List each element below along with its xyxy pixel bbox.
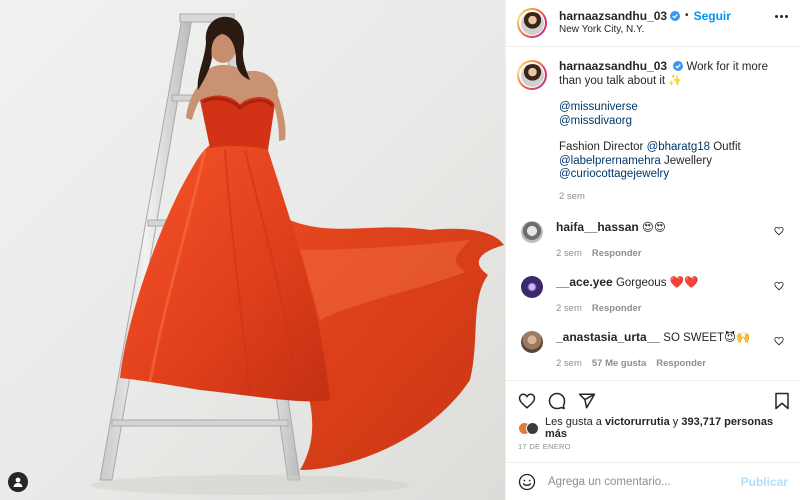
- comment-item: _anastasia_urta__ SO SWEET😈🙌 2 sem 57 Me…: [517, 331, 788, 370]
- caption-author-avatar[interactable]: [517, 60, 547, 90]
- commenter-username[interactable]: __ace.yee: [556, 275, 613, 289]
- more-options-icon[interactable]: [775, 15, 788, 18]
- comment-text: Gorgeous ❤️❤️: [615, 277, 699, 289]
- tagged-user-icon[interactable]: [8, 472, 28, 492]
- verified-badge-icon: [673, 61, 684, 71]
- post-photo[interactable]: [0, 0, 505, 500]
- add-comment-bar: Publicar: [506, 462, 800, 500]
- comments-scroll-area[interactable]: harnaazsandhu_03 Work for it more than y…: [506, 47, 800, 380]
- commenter-avatar[interactable]: [521, 276, 543, 298]
- commenter-avatar[interactable]: [521, 331, 543, 353]
- separator-dot: •: [685, 10, 689, 21]
- like-comment-heart-icon[interactable]: [774, 280, 784, 294]
- reply-button[interactable]: Responder: [592, 247, 642, 260]
- mention-link[interactable]: @bharatg18: [647, 141, 710, 153]
- heart-icon[interactable]: [518, 392, 536, 410]
- bookmark-icon[interactable]: [774, 392, 790, 410]
- author-username[interactable]: harnaazsandhu_03: [559, 9, 667, 23]
- post-image: [90, 13, 504, 495]
- liker-avatar: [526, 421, 539, 435]
- likes-middle: y: [669, 416, 682, 428]
- comment-input[interactable]: [548, 475, 741, 488]
- comment-item: haifa__hassan 😍😍 2 sem Responder: [517, 221, 788, 260]
- comment-text: 😍😍: [641, 222, 666, 234]
- liker-username[interactable]: victorurrutia: [605, 416, 670, 428]
- comment-text: SO SWEET😈🙌: [663, 332, 751, 344]
- credit-text: Jewellery: [660, 154, 712, 167]
- credit-text: Outfit: [710, 141, 741, 153]
- post-date[interactable]: 17 DE ENERO: [506, 436, 800, 462]
- reply-button[interactable]: Responder: [592, 302, 642, 315]
- share-icon[interactable]: [578, 392, 596, 410]
- caption-time[interactable]: 2 sem: [559, 190, 788, 204]
- like-comment-heart-icon[interactable]: [774, 225, 784, 239]
- emoji-icon[interactable]: [518, 473, 536, 491]
- comment-time[interactable]: 2 sem: [556, 302, 582, 315]
- commenter-avatar[interactable]: [521, 221, 543, 243]
- post-header: harnaazsandhu_03 • Seguir New York City,…: [506, 0, 800, 47]
- follow-button[interactable]: Seguir: [694, 9, 731, 23]
- author-avatar[interactable]: [517, 8, 547, 38]
- commenter-username[interactable]: _anastasia_urta__: [556, 330, 660, 344]
- post-caption: harnaazsandhu_03 Work for it more than y…: [517, 59, 788, 204]
- post-panel: harnaazsandhu_03 • Seguir New York City,…: [505, 0, 800, 500]
- publish-button[interactable]: Publicar: [741, 475, 788, 489]
- reply-button[interactable]: Responder: [656, 357, 706, 370]
- verified-badge-icon: [670, 11, 681, 21]
- instagram-post-dialog: harnaazsandhu_03 • Seguir New York City,…: [0, 0, 800, 500]
- mention-link[interactable]: @missuniverse: [559, 101, 638, 113]
- comment-item: __ace.yee Gorgeous ❤️❤️ 2 sem Responder: [517, 276, 788, 315]
- comment-likes-count[interactable]: 57 Me gusta: [592, 357, 646, 370]
- comment-time[interactable]: 2 sem: [556, 247, 582, 260]
- mention-link[interactable]: @labelprernamehra: [559, 155, 661, 167]
- comment-time[interactable]: 2 sem: [556, 357, 582, 370]
- mention-link[interactable]: @missdivaorg: [559, 115, 632, 127]
- post-location[interactable]: New York City, N.Y.: [559, 23, 731, 37]
- caption-username[interactable]: harnaazsandhu_03: [559, 59, 667, 73]
- post-actions-bar: [506, 380, 800, 420]
- credit-text: Fashion Director: [559, 141, 647, 153]
- likes-summary: Les gusta a victorurrutia y 393,717 pers…: [506, 416, 800, 440]
- commenter-username[interactable]: haifa__hassan: [556, 220, 639, 234]
- likes-prefix: Les gusta a: [545, 416, 605, 428]
- like-comment-heart-icon[interactable]: [774, 335, 784, 349]
- comment-icon[interactable]: [548, 392, 566, 410]
- mention-link[interactable]: @curiocottagejewelry: [559, 168, 669, 180]
